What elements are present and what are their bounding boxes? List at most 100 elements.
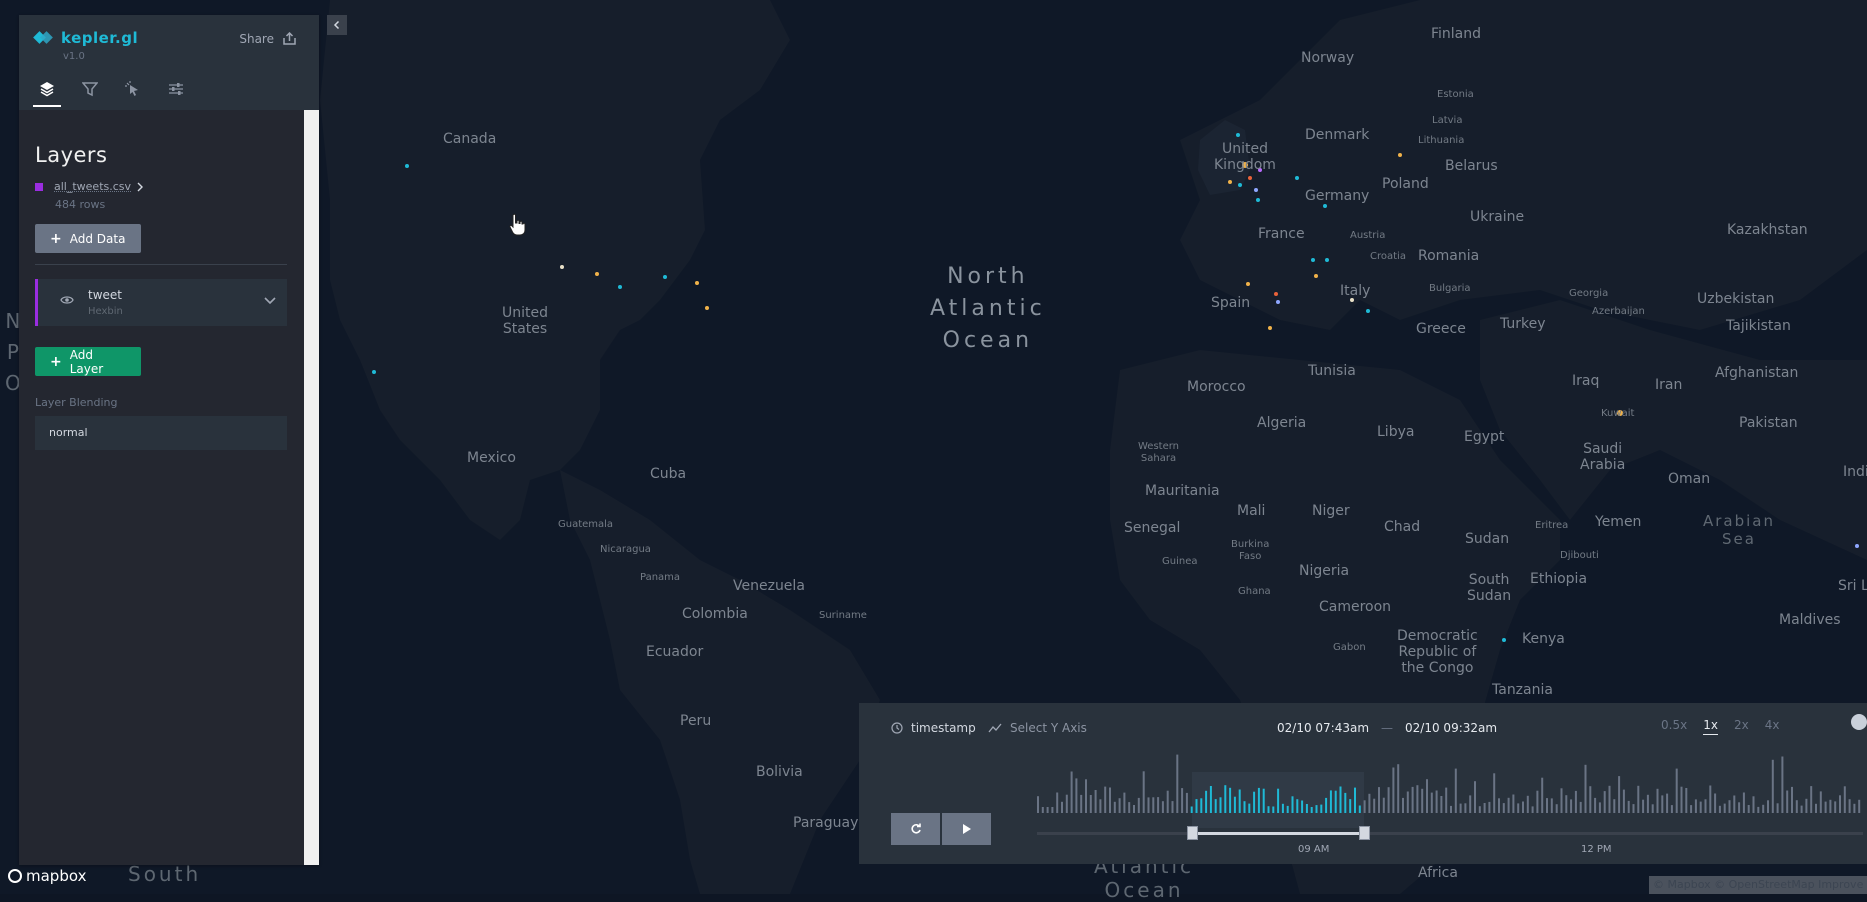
histogram-bar — [1161, 801, 1164, 813]
time-widget: timestamp Select Y Axis 02/10 07:43am — … — [859, 703, 1867, 864]
histogram-bar — [1305, 804, 1308, 813]
add-data-button[interactable]: + Add Data — [35, 224, 141, 253]
panel-tabs — [33, 81, 205, 107]
histogram-bar — [1493, 773, 1496, 813]
range-separator: — — [1381, 721, 1394, 735]
filter-icon — [82, 82, 98, 97]
histogram-bar — [1819, 791, 1822, 813]
panel-header: kepler.gl v1.0 Share — [19, 15, 319, 110]
histogram-bar — [1618, 776, 1621, 813]
map-label: Greece — [1416, 321, 1466, 337]
map-label: Uzbekistan — [1697, 291, 1775, 307]
play-button[interactable] — [942, 813, 991, 845]
histogram-bar — [1392, 767, 1395, 813]
tab-interactions[interactable] — [119, 81, 147, 107]
collapse-panel-button[interactable] — [327, 15, 347, 35]
speed-option[interactable]: 2x — [1734, 718, 1749, 735]
time-slider-selection[interactable] — [1192, 832, 1364, 835]
histogram-bar — [1382, 797, 1385, 813]
plus-icon: + — [50, 230, 62, 247]
play-icon — [962, 824, 971, 834]
tab-map-style[interactable] — [162, 81, 190, 107]
histogram-bar — [1680, 786, 1683, 813]
map-label: South Sudan — [1467, 572, 1512, 604]
histogram-bar — [1776, 803, 1779, 813]
mapbox-logo[interactable]: mapbox — [8, 867, 86, 885]
histogram-bar — [1786, 790, 1789, 813]
speed-option[interactable]: 0.5x — [1661, 718, 1687, 735]
dataset-item[interactable]: all_tweets.csv — [35, 180, 145, 193]
eye-icon[interactable] — [60, 295, 74, 305]
slider-handle-end[interactable] — [1359, 826, 1370, 840]
histogram-bar — [1416, 785, 1419, 813]
histogram-bar — [1839, 795, 1841, 813]
scrollbar[interactable] — [304, 110, 319, 865]
chevron-down-icon[interactable] — [263, 296, 277, 306]
side-panel: kepler.gl v1.0 Share Layers all_tweets.c… — [19, 15, 319, 865]
map-label: France — [1258, 226, 1305, 242]
mapbox-icon — [8, 869, 22, 883]
layer-type: Hexbin — [88, 306, 123, 317]
map-label: Kenya — [1522, 631, 1565, 647]
map-label: Nicaragua — [600, 544, 651, 555]
dataset-color-swatch — [35, 182, 43, 191]
histogram-bar — [1262, 788, 1265, 813]
histogram-bar — [1579, 801, 1582, 813]
map-label: Tajikistan — [1726, 318, 1791, 334]
tab-filters[interactable] — [76, 81, 104, 107]
ocean-label: Arabian Sea — [1703, 512, 1776, 548]
map-label: Georgia — [1569, 288, 1609, 299]
histogram-bar — [1435, 790, 1438, 813]
histogram-bar — [1397, 764, 1400, 813]
histogram-bar — [1656, 788, 1659, 813]
histogram-bar — [1843, 786, 1846, 813]
map-label: Niger — [1312, 503, 1350, 519]
speed-option[interactable]: 1x — [1703, 718, 1718, 735]
map-label: Senegal — [1124, 520, 1181, 536]
histogram-bar — [1651, 804, 1654, 813]
map-label: Gabon — [1333, 642, 1366, 653]
tab-layers[interactable] — [33, 81, 61, 107]
map-label: Mexico — [467, 450, 516, 466]
histogram-bar — [1762, 804, 1765, 813]
map-label: Ghana — [1238, 586, 1271, 597]
histogram-bar — [1104, 786, 1107, 813]
reset-button[interactable] — [891, 813, 940, 845]
histogram-bar — [1233, 796, 1236, 813]
map-label: Latvia — [1432, 115, 1463, 126]
slider-handle-start[interactable] — [1187, 826, 1198, 840]
layer-blending-select[interactable]: normal — [35, 416, 287, 450]
histogram-bar — [1541, 777, 1544, 813]
histogram-bar — [1296, 799, 1299, 813]
add-layer-button[interactable]: + Add Layer — [35, 347, 141, 376]
histogram-bar — [1637, 785, 1640, 813]
layer-item-tweet[interactable]: tweet Hexbin — [35, 279, 287, 326]
histogram-bar — [1363, 800, 1366, 813]
map-attribution[interactable]: © Mapbox © OpenStreetMap Improve — [1649, 876, 1867, 894]
map-label: Ukraine — [1470, 209, 1525, 225]
histogram-bar — [1099, 799, 1102, 813]
speed-option[interactable]: 4x — [1765, 718, 1780, 735]
histogram-bar — [1061, 801, 1063, 813]
histogram-bar — [1209, 786, 1212, 813]
globe-icon[interactable] — [1851, 714, 1867, 730]
map-label: Chad — [1384, 519, 1421, 535]
histogram-bar — [1704, 799, 1707, 813]
histogram-bar — [1728, 800, 1731, 813]
share-button[interactable]: Share — [239, 32, 297, 46]
histogram-bar — [1430, 792, 1433, 813]
histogram-bar — [1622, 789, 1625, 813]
time-slider-track[interactable] — [1037, 832, 1863, 835]
histogram-bar — [1603, 791, 1606, 813]
y-axis-selector[interactable]: Select Y Axis — [988, 721, 1087, 735]
histogram-bar — [1238, 789, 1241, 813]
map-label: Estonia — [1437, 89, 1474, 100]
histogram-bar — [1041, 807, 1044, 813]
histogram-bar — [1229, 787, 1232, 813]
map-label: Guatemala — [558, 519, 614, 530]
histogram-bar — [1152, 797, 1155, 813]
histogram-bar — [1598, 802, 1601, 813]
map-label: Libya — [1377, 424, 1415, 440]
time-field-selector[interactable]: timestamp — [891, 721, 976, 735]
histogram-bar — [1243, 801, 1246, 813]
